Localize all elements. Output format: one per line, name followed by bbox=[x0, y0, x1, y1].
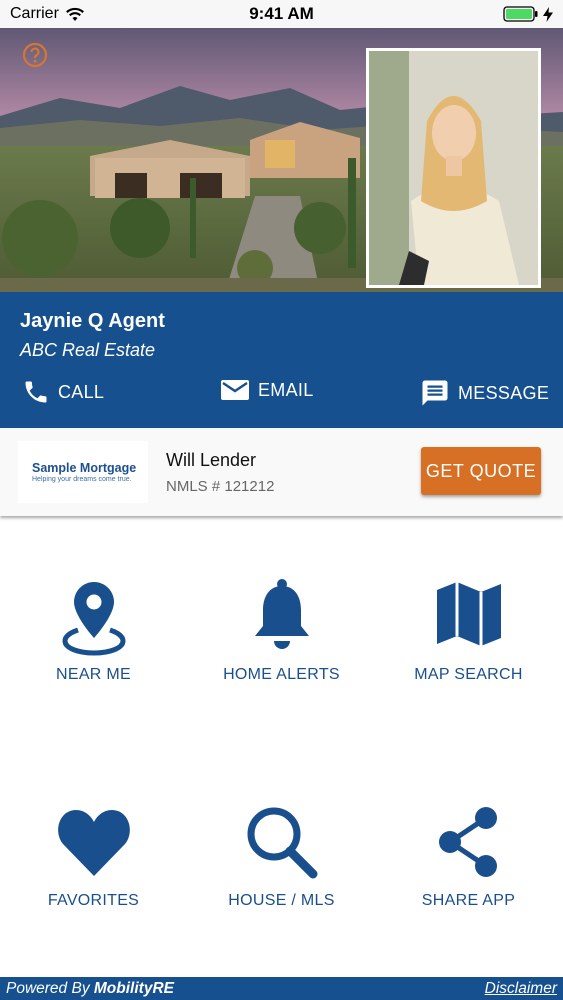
powered-by-brand: MobilityRE bbox=[93, 979, 174, 997]
lender-logo-name: Sample Mortgage bbox=[32, 461, 137, 475]
status-left: Carrier bbox=[10, 5, 85, 23]
tile-house-mls-label: HOUSE / MLS bbox=[228, 892, 335, 909]
email-label: EMAIL bbox=[258, 379, 314, 400]
bell-icon bbox=[254, 579, 309, 649]
footer-bar: Powered By MobilityRE Disclaimer bbox=[0, 977, 563, 1000]
email-button[interactable]: EMAIL bbox=[220, 378, 314, 402]
agent-name: Jaynie Q Agent bbox=[20, 310, 165, 332]
tile-house-mls[interactable]: HOUSE / MLS bbox=[188, 804, 375, 910]
message-icon bbox=[422, 380, 448, 406]
agent-photo bbox=[366, 48, 541, 288]
powered-by: Powered By MobilityRE bbox=[6, 980, 174, 998]
powered-by-prefix: Powered By bbox=[6, 979, 94, 997]
message-button[interactable]: MESSAGE bbox=[420, 378, 549, 408]
hero-banner bbox=[0, 28, 563, 292]
charging-bolt-icon bbox=[543, 6, 553, 22]
lender-logo: Sample Mortgage Helping your dreams come… bbox=[18, 441, 148, 503]
tile-favorites[interactable]: FAVORITES bbox=[0, 804, 187, 910]
agent-company: ABC Real Estate bbox=[20, 340, 156, 360]
tile-home-alerts[interactable]: HOME ALERTS bbox=[188, 578, 375, 684]
agent-portrait-image bbox=[369, 51, 538, 285]
status-right bbox=[503, 6, 553, 22]
map-icon bbox=[436, 582, 501, 646]
share-icon bbox=[438, 807, 497, 877]
mail-icon bbox=[221, 380, 249, 400]
tile-near-me[interactable]: NEAR ME bbox=[0, 578, 187, 684]
battery-icon bbox=[503, 6, 538, 22]
tile-near-me-label: NEAR ME bbox=[56, 666, 131, 683]
status-bar: Carrier 9:41 AM bbox=[0, 0, 563, 28]
wifi-icon bbox=[65, 7, 84, 21]
lender-name: Will Lender bbox=[166, 450, 257, 470]
heart-icon bbox=[57, 810, 130, 876]
location-pin-icon bbox=[61, 582, 126, 656]
lender-nmls: NMLS # 121212 bbox=[166, 478, 275, 495]
tile-favorites-label: FAVORITES bbox=[47, 892, 140, 909]
tile-share-app-label: SHARE APP bbox=[421, 892, 516, 909]
contact-actions: CALL EMAIL MESSAGE bbox=[0, 378, 563, 412]
search-icon bbox=[247, 807, 317, 879]
agent-info-panel: Jaynie Q Agent ABC Real Estate CALL EMAI… bbox=[0, 292, 563, 428]
disclaimer-link[interactable]: Disclaimer bbox=[485, 980, 557, 998]
lender-card: Sample Mortgage Helping your dreams come… bbox=[0, 428, 563, 516]
tile-share-app[interactable]: SHARE APP bbox=[375, 804, 562, 910]
call-button[interactable]: CALL bbox=[22, 378, 104, 406]
tile-map-search[interactable]: MAP SEARCH bbox=[375, 578, 562, 684]
tile-map-search-label: MAP SEARCH bbox=[414, 666, 523, 683]
carrier-label: Carrier bbox=[10, 5, 59, 22]
get-quote-button[interactable]: GET QUOTE bbox=[421, 447, 541, 495]
message-label: MESSAGE bbox=[458, 382, 550, 403]
help-icon[interactable] bbox=[22, 42, 48, 68]
lender-logo-tagline: Helping your dreams come true. bbox=[32, 476, 132, 483]
call-label: CALL bbox=[58, 381, 105, 402]
tile-home-alerts-label: HOME ALERTS bbox=[223, 666, 340, 683]
phone-icon bbox=[25, 381, 47, 403]
